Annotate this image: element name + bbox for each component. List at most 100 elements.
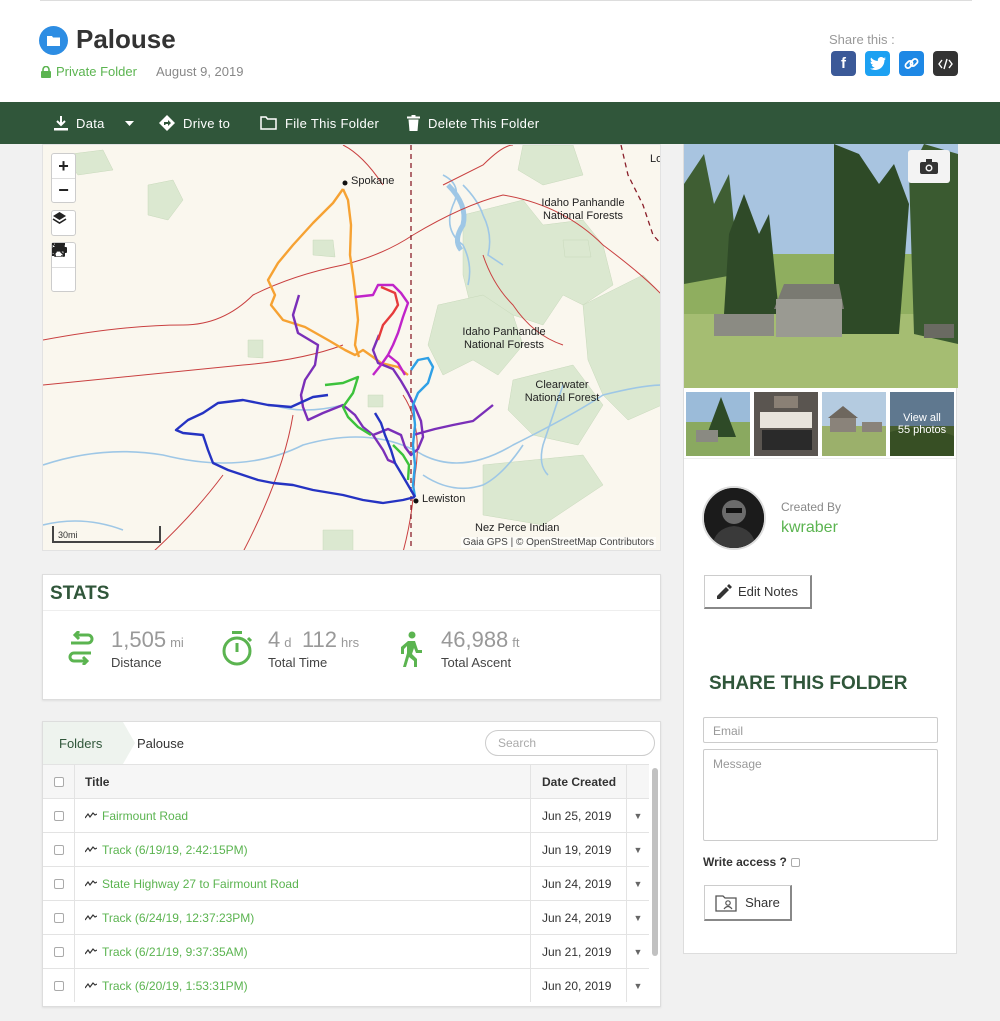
share-button[interactable]: Share <box>704 885 792 921</box>
table-row[interactable]: Track (6/24/19, 12:37:23PM) Jun 24, 2019… <box>43 900 649 934</box>
ascent-unit: ft <box>512 635 520 650</box>
table-scrollbar[interactable] <box>652 768 658 956</box>
delete-folder-button[interactable]: Delete This Folder <box>407 102 539 144</box>
photo-thumbnail[interactable] <box>822 392 886 456</box>
table-row[interactable]: Track (6/21/19, 9:37:35AM) Jun 21, 2019 … <box>43 934 649 968</box>
photo-count: 55 photos <box>897 424 947 436</box>
track-icon <box>85 846 97 853</box>
row-title-link[interactable]: Track (6/24/19, 12:37:23PM) <box>102 911 254 925</box>
search-input[interactable]: Search <box>485 730 655 756</box>
photo-thumbnail[interactable] <box>686 392 750 456</box>
edit-notes-button[interactable]: Edit Notes <box>704 575 812 609</box>
table-row[interactable]: Track (6/20/19, 1:53:31PM) Jun 20, 2019 … <box>43 968 649 1002</box>
stopwatch-icon <box>222 631 253 666</box>
photo-thumbnail[interactable] <box>754 392 818 456</box>
zoom-control: + − <box>51 153 76 203</box>
row-menu-caret-icon[interactable]: ▼ <box>627 969 649 1002</box>
row-checkbox[interactable] <box>53 980 64 991</box>
avatar[interactable] <box>702 486 766 550</box>
row-checkbox[interactable] <box>53 912 64 923</box>
breadcrumb: Folders Palouse Search <box>43 722 660 764</box>
map-label-lewiston: Lewiston <box>422 493 466 505</box>
table-row[interactable]: Track (6/19/19, 2:42:15PM) Jun 19, 2019 … <box>43 832 649 866</box>
row-menu-caret-icon[interactable]: ▼ <box>627 901 649 934</box>
view-all-label: View all <box>903 412 941 424</box>
map-view[interactable]: Spokane Idaho Panhandle National Forests… <box>42 144 661 551</box>
facebook-icon[interactable]: f <box>831 51 856 76</box>
city-dot-spokane <box>342 180 348 186</box>
breadcrumb-folders[interactable]: Folders <box>43 722 123 764</box>
write-access-checkbox[interactable] <box>790 857 800 867</box>
time-days-unit: d <box>284 635 292 650</box>
file-folder-label: File This Folder <box>285 115 380 131</box>
select-all-checkbox[interactable] <box>53 776 64 787</box>
folder-date: August 9, 2019 <box>156 64 244 79</box>
track-icon <box>85 914 97 921</box>
row-menu-caret-icon[interactable]: ▼ <box>627 935 649 968</box>
fullscreen-icon[interactable] <box>52 243 75 291</box>
row-menu-caret-icon[interactable]: ▼ <box>627 867 649 900</box>
map-label-idaho-panhandle-north: Idaho Panhandle National Forests <box>541 197 625 222</box>
distance-arrows-icon <box>68 631 94 665</box>
stat-time: 4d 112 hrs Total Time <box>268 627 359 670</box>
row-checkbox[interactable] <box>53 946 64 957</box>
breadcrumb-arrow <box>123 722 135 764</box>
row-title-link[interactable]: Track (6/19/19, 2:42:15PM) <box>102 843 248 857</box>
row-title-link[interactable]: Fairmount Road <box>102 809 188 823</box>
embed-code-icon[interactable] <box>933 51 958 76</box>
time-hours-unit: hrs <box>341 635 360 650</box>
link-icon[interactable] <box>899 51 924 76</box>
layers-icon[interactable] <box>52 211 75 235</box>
created-by-label: Created By <box>781 500 842 514</box>
share-button-label: Share <box>745 895 780 910</box>
row-checkbox[interactable] <box>53 878 64 889</box>
time-label: Total Time <box>268 655 328 670</box>
row-date: Jun 24, 2019 <box>531 901 627 934</box>
zoom-out-button[interactable]: − <box>52 178 75 202</box>
items-table: Title Date Created Fairmount Road Jun 25… <box>43 764 649 1002</box>
edit-notes-label: Edit Notes <box>738 584 798 599</box>
featured-photo[interactable] <box>684 144 958 388</box>
distance-unit: mi <box>170 635 184 650</box>
write-access-label: Write access ? <box>703 855 787 869</box>
map-scale-bar: 30mi <box>52 526 161 543</box>
row-menu-caret-icon[interactable]: ▼ <box>627 833 649 866</box>
message-field[interactable]: Message <box>703 749 938 841</box>
divider <box>43 610 660 611</box>
privacy-status[interactable]: Private Folder <box>41 64 137 79</box>
sidebar: View all 55 photos Created By kwraber Ed… <box>683 144 958 954</box>
map-label-nez-perce: Nez Perce Indian <box>475 522 560 534</box>
row-menu-caret-icon[interactable]: ▼ <box>627 799 649 832</box>
ascent-label: Total Ascent <box>441 655 512 670</box>
row-date: Jun 21, 2019 <box>531 935 627 968</box>
column-header-date[interactable]: Date Created <box>531 765 627 798</box>
download-icon <box>54 115 68 130</box>
row-title-link[interactable]: Track (6/20/19, 1:53:31PM) <box>102 979 248 993</box>
ascent-value: 46,988 <box>441 627 509 652</box>
table-row[interactable]: State Highway 27 to Fairmount Road Jun 2… <box>43 866 649 900</box>
twitter-icon[interactable] <box>865 51 890 76</box>
stats-title: STATS <box>50 583 110 604</box>
camera-icon[interactable] <box>908 150 950 183</box>
file-folder-button[interactable]: File This Folder <box>260 102 379 144</box>
email-field[interactable]: Email <box>703 717 938 743</box>
share-section-title: SHARE THIS FOLDER <box>709 673 908 694</box>
table-row[interactable]: Fairmount Road Jun 25, 2019 ▼ <box>43 798 649 832</box>
row-checkbox[interactable] <box>53 844 64 855</box>
page-header: Palouse Private Folder August 9, 2019 Sh… <box>0 0 1000 102</box>
column-header-title[interactable]: Title <box>75 765 531 798</box>
creator-link[interactable]: kwraber <box>781 519 838 537</box>
zoom-in-button[interactable]: + <box>52 154 75 178</box>
data-label: Data <box>76 115 105 131</box>
row-title-link[interactable]: State Highway 27 to Fairmount Road <box>102 877 299 891</box>
row-title-link[interactable]: Track (6/21/19, 9:37:35AM) <box>102 945 248 959</box>
view-all-photos[interactable]: View all 55 photos <box>890 392 954 456</box>
breadcrumb-current: Palouse <box>137 735 184 751</box>
drive-to-button[interactable]: Drive to <box>159 102 230 144</box>
map-attribution[interactable]: Gaia GPS | © OpenStreetMap Contributors <box>460 537 656 548</box>
share-label: Share this : <box>829 32 895 47</box>
lock-icon <box>41 65 51 78</box>
row-checkbox[interactable] <box>53 810 64 821</box>
map-label-clearwater: Clearwater National Forest <box>524 379 600 404</box>
data-dropdown-button[interactable]: Data <box>54 102 134 144</box>
